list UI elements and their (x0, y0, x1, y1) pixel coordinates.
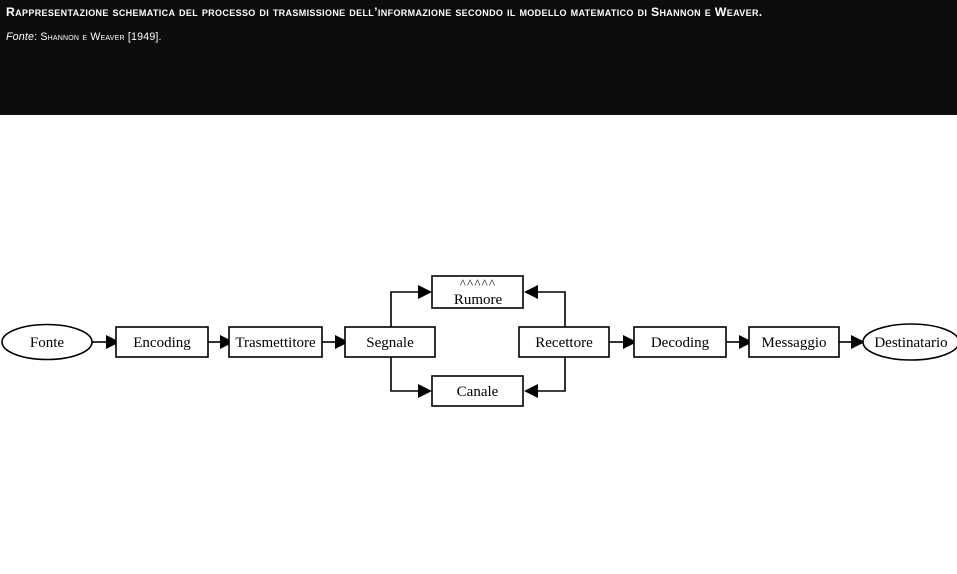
node-rumore-label: Rumore (454, 292, 503, 308)
node-decoding-label: Decoding (651, 335, 710, 351)
caption-band: Rappresentazione schematica del processo… (0, 0, 957, 115)
node-messaggio-label: Messaggio (762, 335, 827, 351)
node-destinatario-label: Destinatario (874, 335, 947, 351)
caption-source: Fonte: Shannon e Weaver [1949]. (6, 30, 949, 44)
node-destinatario[interactable]: Destinatario (862, 323, 957, 361)
page-root: Rappresentazione schematica del processo… (0, 0, 957, 574)
arrowhead-rumore-left-in (418, 285, 432, 299)
node-trasmettitore-label: Trasmettitore (235, 335, 316, 351)
caption-source-label: Fonte (6, 31, 35, 43)
arrowhead-rumore-right-in (524, 285, 538, 299)
noise-wave-icon: ^^^^^ (460, 276, 497, 291)
node-rumore[interactable]: ^^^^^ Rumore (431, 275, 524, 309)
node-segnale[interactable]: Segnale (344, 326, 436, 358)
caption-title: Rappresentazione schematica del processo… (6, 5, 763, 19)
node-trasmettitore[interactable]: Trasmettitore (228, 326, 323, 358)
node-messaggio[interactable]: Messaggio (748, 326, 840, 358)
node-fonte[interactable]: Fonte (1, 323, 93, 361)
node-encoding-label: Encoding (133, 335, 191, 351)
node-decoding[interactable]: Decoding (633, 326, 727, 358)
shannon-weaver-diagram: Fonte Encoding Trasmettitore Segnale ^^^… (0, 115, 957, 574)
node-recettore[interactable]: Recettore (518, 326, 610, 358)
node-recettore-label: Recettore (535, 335, 593, 351)
node-segnale-label: Segnale (366, 335, 414, 351)
node-canale-label: Canale (457, 384, 499, 400)
node-encoding[interactable]: Encoding (115, 326, 209, 358)
arrowhead-canale-left-in (418, 384, 432, 398)
node-fonte-label: Fonte (30, 335, 65, 351)
node-canale[interactable]: Canale (431, 375, 524, 407)
caption-source-text: Shannon e Weaver [1949]. (40, 31, 162, 43)
arrowhead-canale-right-in (524, 384, 538, 398)
